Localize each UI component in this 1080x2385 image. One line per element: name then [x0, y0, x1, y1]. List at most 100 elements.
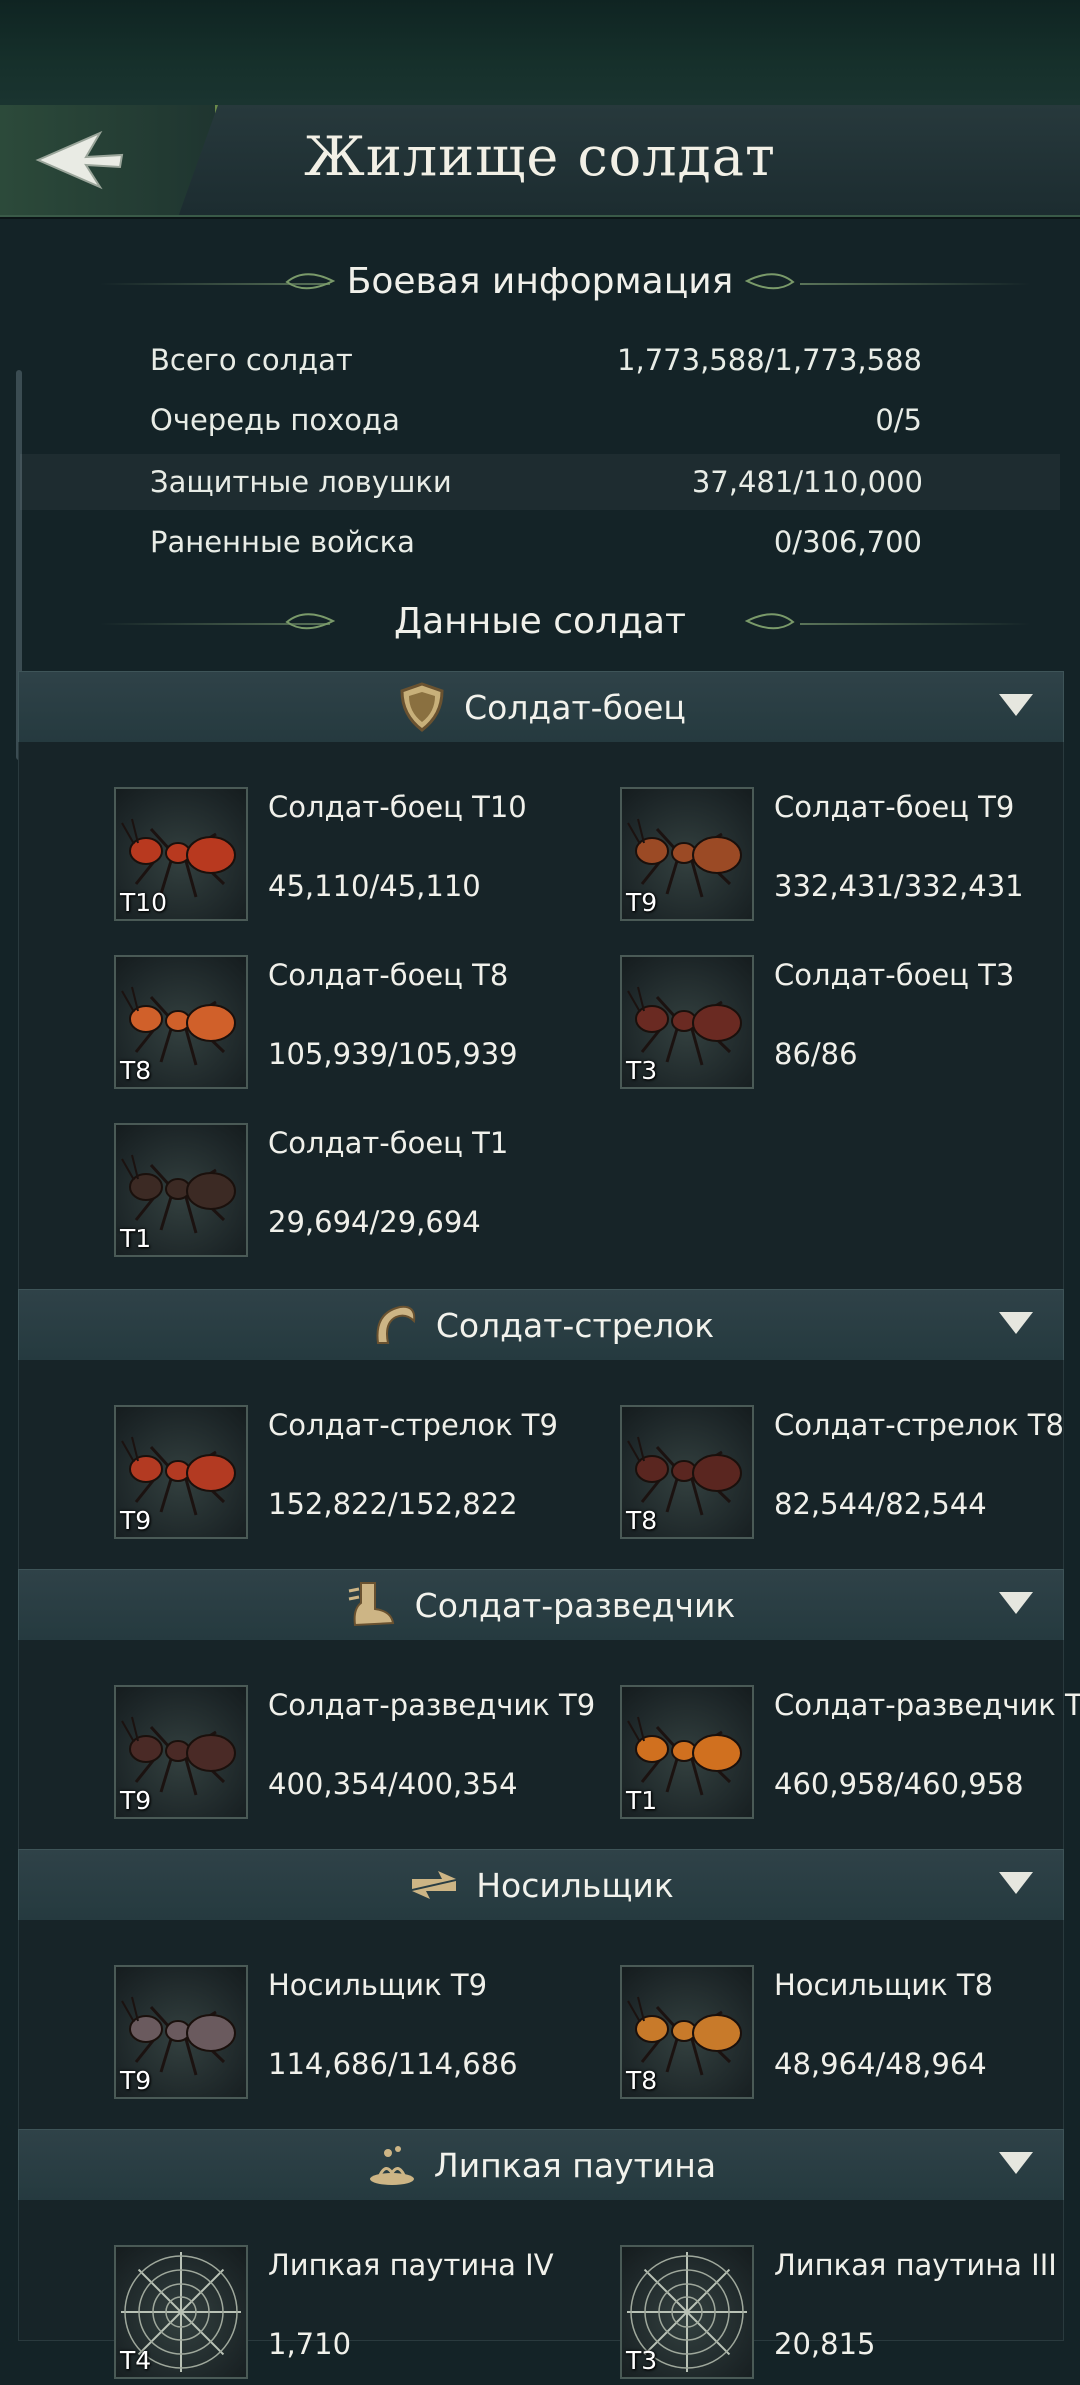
chevron-down-icon[interactable]	[999, 1592, 1033, 1614]
category-label: Солдат-стрелок	[435, 1305, 715, 1345]
unit-name: Солдат-стрелок T9	[268, 1408, 558, 1442]
unit-portrait[interactable]: T9	[620, 787, 754, 921]
unit-name: Липкая паутина IV	[268, 2248, 554, 2282]
tier-badge: T3	[626, 1056, 658, 1085]
info-row-wounded: Раненные войска 0/306,700	[105, 514, 965, 570]
unit-portrait[interactable]: T9	[114, 1965, 248, 2099]
tier-badge: T3	[626, 2346, 658, 2375]
category-body-shooter: T9 Солдат-стрелок T9 152,822/152,822 T8 …	[18, 1360, 1064, 1581]
unit-name: Солдат-боец T8	[268, 958, 509, 992]
unit-card: T8 Носильщик T8 48,964/48,964	[620, 1965, 1080, 2105]
tier-badge: T8	[120, 1056, 152, 1085]
unit-card: T9 Солдат-боец T9 332,431/332,431	[620, 787, 1080, 927]
unit-name: Носильщик T8	[774, 1968, 994, 2002]
unit-card: T1 Солдат-боец T1 29,694/29,694	[114, 1123, 594, 1263]
tier-badge: T9	[120, 1786, 152, 1815]
crescent-icon	[376, 1305, 416, 1344]
tier-badge: T9	[626, 888, 658, 917]
tier-badge: T4	[120, 2346, 152, 2375]
chevron-down-icon[interactable]	[999, 694, 1033, 716]
category-label: Липкая паутина	[433, 2145, 717, 2185]
unit-name: Солдат-разведчик T9	[268, 1688, 596, 1722]
unit-name: Солдат-боец T3	[774, 958, 1015, 992]
unit-portrait[interactable]: T4	[114, 2245, 248, 2379]
category-label: Солдат-разведчик	[414, 1585, 736, 1625]
info-label: Очередь похода	[150, 403, 400, 437]
info-label: Защитные ловушки	[150, 465, 452, 499]
unit-name: Солдат-боец T9	[774, 790, 1015, 824]
unit-portrait[interactable]: T1	[620, 1685, 754, 1819]
unit-count: 460,958/460,958	[774, 1767, 1024, 1801]
unit-portrait[interactable]: T10	[114, 787, 248, 921]
main-content[interactable]: Боевая информация Всего солдат 1,773,588…	[0, 215, 1080, 2379]
boot-icon	[348, 1582, 394, 1627]
unit-card: T9 Солдат-стрелок T9 152,822/152,822	[114, 1405, 594, 1545]
leaf-ornament-icon	[745, 613, 795, 630]
category-label: Носильщик	[476, 1865, 674, 1905]
unit-portrait[interactable]: T3	[620, 955, 754, 1089]
page-header: Жилище солдат	[0, 105, 1080, 217]
leaf-ornament-icon	[285, 273, 335, 290]
info-label: Раненные войска	[150, 525, 415, 559]
category-body-sticky-web: T4 Липкая паутина IV 1,710 T3 Липкая пау…	[18, 2200, 1064, 2379]
info-value: 37,481/110,000	[691, 465, 923, 499]
unit-card: T8 Солдат-боец T8 105,939/105,939	[114, 955, 594, 1095]
chevron-down-icon[interactable]	[999, 2152, 1033, 2174]
category-header-scout[interactable]: Солдат-разведчик	[18, 1569, 1064, 1641]
unit-portrait[interactable]: T9	[114, 1405, 248, 1539]
unit-portrait[interactable]: T8	[114, 955, 248, 1089]
soldier-data-heading: Данные солдат	[0, 595, 1080, 655]
unit-card: T9 Солдат-разведчик T9 400,354/400,354	[114, 1685, 595, 1825]
unit-card: T9 Носильщик T9 114,686/114,686	[114, 1965, 594, 2105]
unit-count: 29,694/29,694	[268, 1205, 481, 1239]
unit-count: 114,686/114,686	[268, 2047, 518, 2081]
unit-name: Липкая паутина III	[774, 2248, 1057, 2282]
unit-name: Солдат-боец T10	[268, 790, 527, 824]
chevron-down-icon[interactable]	[999, 1312, 1033, 1334]
unit-name: Солдат-разведчик T1	[774, 1688, 1080, 1722]
info-value: 0/306,700	[773, 525, 922, 559]
leaf-ornament-icon	[285, 613, 335, 630]
unit-count: 105,939/105,939	[268, 1037, 518, 1071]
unit-portrait[interactable]: T1	[114, 1123, 248, 1257]
unit-count: 400,354/400,354	[268, 1767, 518, 1801]
unit-card: T3 Липкая паутина III 20,815	[620, 2245, 1080, 2385]
tier-badge: T8	[626, 1506, 658, 1535]
unit-portrait[interactable]: T8	[620, 1405, 754, 1539]
info-row-total-soldiers: Всего солдат 1,773,588/1,773,588	[105, 332, 965, 388]
unit-name: Солдат-боец T1	[268, 1126, 509, 1160]
unit-count: 332,431/332,431	[774, 869, 1024, 903]
shield-icon	[400, 682, 444, 732]
unit-card: T4 Липкая паутина IV 1,710	[114, 2245, 594, 2385]
unit-count: 45,110/45,110	[268, 869, 481, 903]
unit-card: T10 Солдат-боец T10 45,110/45,110	[114, 787, 594, 927]
status-bar-area	[0, 0, 1080, 105]
tier-badge: T10	[120, 888, 168, 917]
category-label: Солдат-боец	[464, 687, 686, 727]
info-row-defense-traps: Защитные ловушки 37,481/110,000	[20, 454, 1060, 510]
section-title: Данные солдат	[393, 601, 687, 642]
info-value: 1,773,588/1,773,588	[617, 343, 922, 377]
unit-count: 20,815	[774, 2327, 876, 2361]
category-header-shooter[interactable]: Солдат-стрелок	[18, 1289, 1064, 1361]
category-header-carrier[interactable]: Носильщик	[18, 1849, 1064, 1921]
unit-card: T1 Солдат-разведчик T1 460,958/460,958	[620, 1685, 1080, 1825]
unit-name: Солдат-стрелок T8	[774, 1408, 1064, 1442]
category-header-fighter[interactable]: Солдат-боец	[18, 671, 1064, 743]
unit-count: 86/86	[774, 1037, 858, 1071]
unit-portrait[interactable]: T3	[620, 2245, 754, 2379]
unit-name: Носильщик T9	[268, 1968, 488, 2002]
unit-count: 152,822/152,822	[268, 1487, 518, 1521]
divider	[800, 623, 1030, 625]
unit-portrait[interactable]: T9	[114, 1685, 248, 1819]
unit-count: 82,544/82,544	[774, 1487, 987, 1521]
chevron-down-icon[interactable]	[999, 1872, 1033, 1894]
tier-badge: T1	[120, 1224, 152, 1253]
category-body-fighter: T10 Солдат-боец T10 45,110/45,110 T9 Сол…	[18, 742, 1064, 1303]
info-label: Всего солдат	[150, 343, 353, 377]
category-header-sticky-web[interactable]: Липкая паутина	[18, 2129, 1064, 2201]
tier-badge: T9	[120, 1506, 152, 1535]
tier-badge: T8	[626, 2066, 658, 2095]
unit-portrait[interactable]: T8	[620, 1965, 754, 2099]
info-row-march-queue: Очередь похода 0/5	[105, 392, 965, 448]
